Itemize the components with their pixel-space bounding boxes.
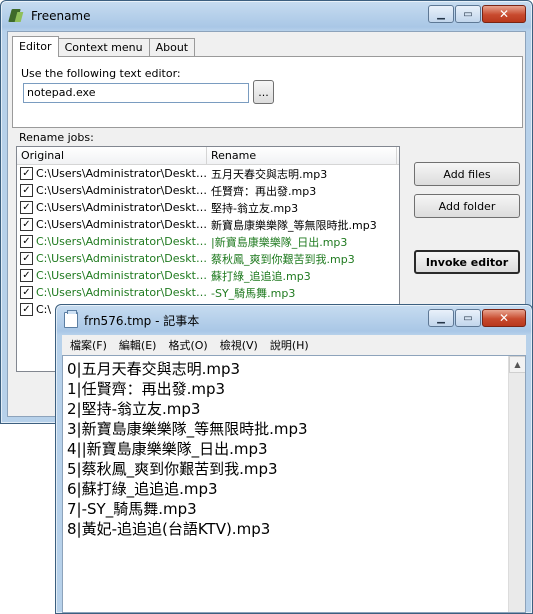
table-row[interactable]: ✓ C:\Users\Administrator\Desktop\... -SY_… xyxy=(17,284,399,301)
text-line: 3|新寶島康樂樂隊_等無限時批.mp3 xyxy=(67,420,308,438)
tab-editor[interactable]: Editor xyxy=(12,36,59,57)
close-icon[interactable]: ✕ xyxy=(482,5,526,23)
text-line: 5|蔡秋鳳_爽到你艱苦到我.mp3 xyxy=(67,460,278,478)
rename-jobs-label: Rename jobs: xyxy=(19,131,94,144)
invoke-editor-button[interactable]: Invoke editor xyxy=(414,250,520,274)
tab-context-menu[interactable]: Context menu xyxy=(57,38,150,57)
text-line: 6|蘇打綠_追追追.mp3 xyxy=(67,480,218,498)
original-path: C:\Users\Administrator\Desktop\... xyxy=(36,218,207,231)
table-row[interactable]: ✓ C:\Users\Administrator\Desktop\... 蘇打綠_… xyxy=(17,267,399,284)
table-row[interactable]: ✓ C:\Users\Administrator\Desktop\... 蔡秋鳳_… xyxy=(17,250,399,267)
notepad-menubar: 檔案(F) 編輯(E) 格式(O) 檢視(V) 說明(H) xyxy=(62,335,526,355)
text-line: 4||新寶島康樂樂隊_日出.mp3 xyxy=(67,440,268,458)
notepad-window: frn576.tmp - 記事本 ▁ ▭ ✕ 檔案(F) 編輯(E) 格式(O)… xyxy=(55,304,533,614)
add-files-button[interactable]: Add files xyxy=(414,162,520,186)
rename-value: 新寶島康樂樂隊_等無限時批.mp3 xyxy=(211,218,377,232)
freename-window-controls: ▁ ▭ ✕ xyxy=(428,5,526,23)
notepad-title: frn576.tmp - 記事本 xyxy=(84,313,200,328)
original-path: C:\Users\Administrator\Desktop\... xyxy=(36,167,207,180)
original-path: C:\Users\Administrator\Desktop\... xyxy=(36,286,207,299)
original-path: C:\Users\Administrator\Desktop\... xyxy=(36,269,207,282)
column-rename[interactable]: Rename xyxy=(207,147,397,164)
minimize-icon[interactable]: ▁ xyxy=(428,5,454,23)
row-checkbox[interactable]: ✓ xyxy=(20,235,33,248)
original-path: C:\ xyxy=(36,303,52,316)
freename-title: Freename xyxy=(31,9,91,23)
text-line: 8|黃妃-追追追(台語KTV).mp3 xyxy=(67,520,271,538)
table-row[interactable]: ✓ C:\Users\Administrator\Desktop\... 堅持-翁… xyxy=(17,199,399,216)
rename-value: -SY_騎馬舞.mp3 xyxy=(211,286,296,300)
row-checkbox[interactable]: ✓ xyxy=(20,252,33,265)
original-path: C:\Users\Administrator\Desktop\... xyxy=(36,201,207,214)
rename-value: 蔡秋鳳_爽到你艱苦到我.mp3 xyxy=(211,252,355,266)
table-row[interactable]: ✓ C:\Users\Administrator\Desktop\... |新寶島… xyxy=(17,233,399,250)
editor-label: Use the following text editor: xyxy=(21,67,181,80)
menu-help[interactable]: 說明(H) xyxy=(264,335,315,355)
add-folder-button[interactable]: Add folder xyxy=(414,194,520,218)
notepad-content: 0|五月天春交與志明.mp3 1|任賢齊：再出發.mp3 2|堅持-翁立友.mp… xyxy=(67,359,505,539)
menu-edit[interactable]: 編輯(E) xyxy=(113,335,163,355)
rename-value: |新寶島康樂樂隊_日出.mp3 xyxy=(211,235,348,249)
rename-value: 蘇打綠_追追追.mp3 xyxy=(211,269,311,283)
list-header: Original Rename xyxy=(17,147,399,165)
freename-app-icon xyxy=(9,8,25,24)
row-checkbox[interactable]: ✓ xyxy=(20,184,33,197)
row-checkbox[interactable]: ✓ xyxy=(20,269,33,282)
minimize-icon[interactable]: ▁ xyxy=(428,309,454,327)
rename-value: 任賢齊：再出發.mp3 xyxy=(211,184,317,198)
rename-value: 堅持-翁立友.mp3 xyxy=(211,201,299,215)
row-checkbox[interactable]: ✓ xyxy=(20,201,33,214)
notepad-text-area[interactable]: 0|五月天春交與志明.mp3 1|任賢齊：再出發.mp3 2|堅持-翁立友.mp… xyxy=(62,355,526,613)
table-row[interactable]: ✓ C:\Users\Administrator\Desktop\... 任賢齊：… xyxy=(17,182,399,199)
text-line: 2|堅持-翁立友.mp3 xyxy=(67,400,201,418)
maximize-icon[interactable]: ▭ xyxy=(455,309,481,327)
table-row[interactable]: ✓ C:\Users\Administrator\Desktop\... 五月天春… xyxy=(17,165,399,182)
menu-format[interactable]: 格式(O) xyxy=(162,335,213,355)
column-original[interactable]: Original xyxy=(17,147,207,164)
maximize-icon[interactable]: ▭ xyxy=(455,5,481,23)
text-line: 1|任賢齊：再出發.mp3 xyxy=(67,380,226,398)
menu-file[interactable]: 檔案(F) xyxy=(64,335,113,355)
notepad-app-icon xyxy=(64,310,78,328)
freename-tabs: Editor Context menu About xyxy=(12,36,196,57)
freename-titlebar[interactable]: Freename ▁ ▭ ✕ xyxy=(1,1,532,31)
vertical-scrollbar[interactable]: ▲ xyxy=(508,356,525,612)
original-path: C:\Users\Administrator\Desktop\... xyxy=(36,252,207,265)
row-checkbox[interactable]: ✓ xyxy=(20,218,33,231)
notepad-titlebar[interactable]: frn576.tmp - 記事本 ▁ ▭ ✕ xyxy=(56,305,532,335)
original-path: C:\Users\Administrator\Desktop\... xyxy=(36,235,207,248)
row-checkbox[interactable]: ✓ xyxy=(20,286,33,299)
menu-view[interactable]: 檢視(V) xyxy=(214,335,264,355)
browse-editor-button[interactable]: ... xyxy=(253,80,274,104)
text-line: 0|五月天春交與志明.mp3 xyxy=(67,360,241,378)
row-checkbox[interactable]: ✓ xyxy=(20,303,33,316)
table-row[interactable]: ✓ C:\Users\Administrator\Desktop\... 新寶島康… xyxy=(17,216,399,233)
row-checkbox[interactable]: ✓ xyxy=(20,167,33,180)
rename-value: 五月天春交與志明.mp3 xyxy=(211,167,328,181)
notepad-window-controls: ▁ ▭ ✕ xyxy=(428,309,526,327)
tab-about[interactable]: About xyxy=(148,38,196,57)
text-line: 7|-SY_騎馬舞.mp3 xyxy=(67,500,197,518)
editor-path-input[interactable]: notepad.exe xyxy=(23,83,249,103)
original-path: C:\Users\Administrator\Desktop\... xyxy=(36,184,207,197)
scroll-up-icon[interactable]: ▲ xyxy=(509,356,525,373)
close-icon[interactable]: ✕ xyxy=(482,309,526,327)
editor-tab-panel: Use the following text editor: notepad.e… xyxy=(12,56,523,128)
